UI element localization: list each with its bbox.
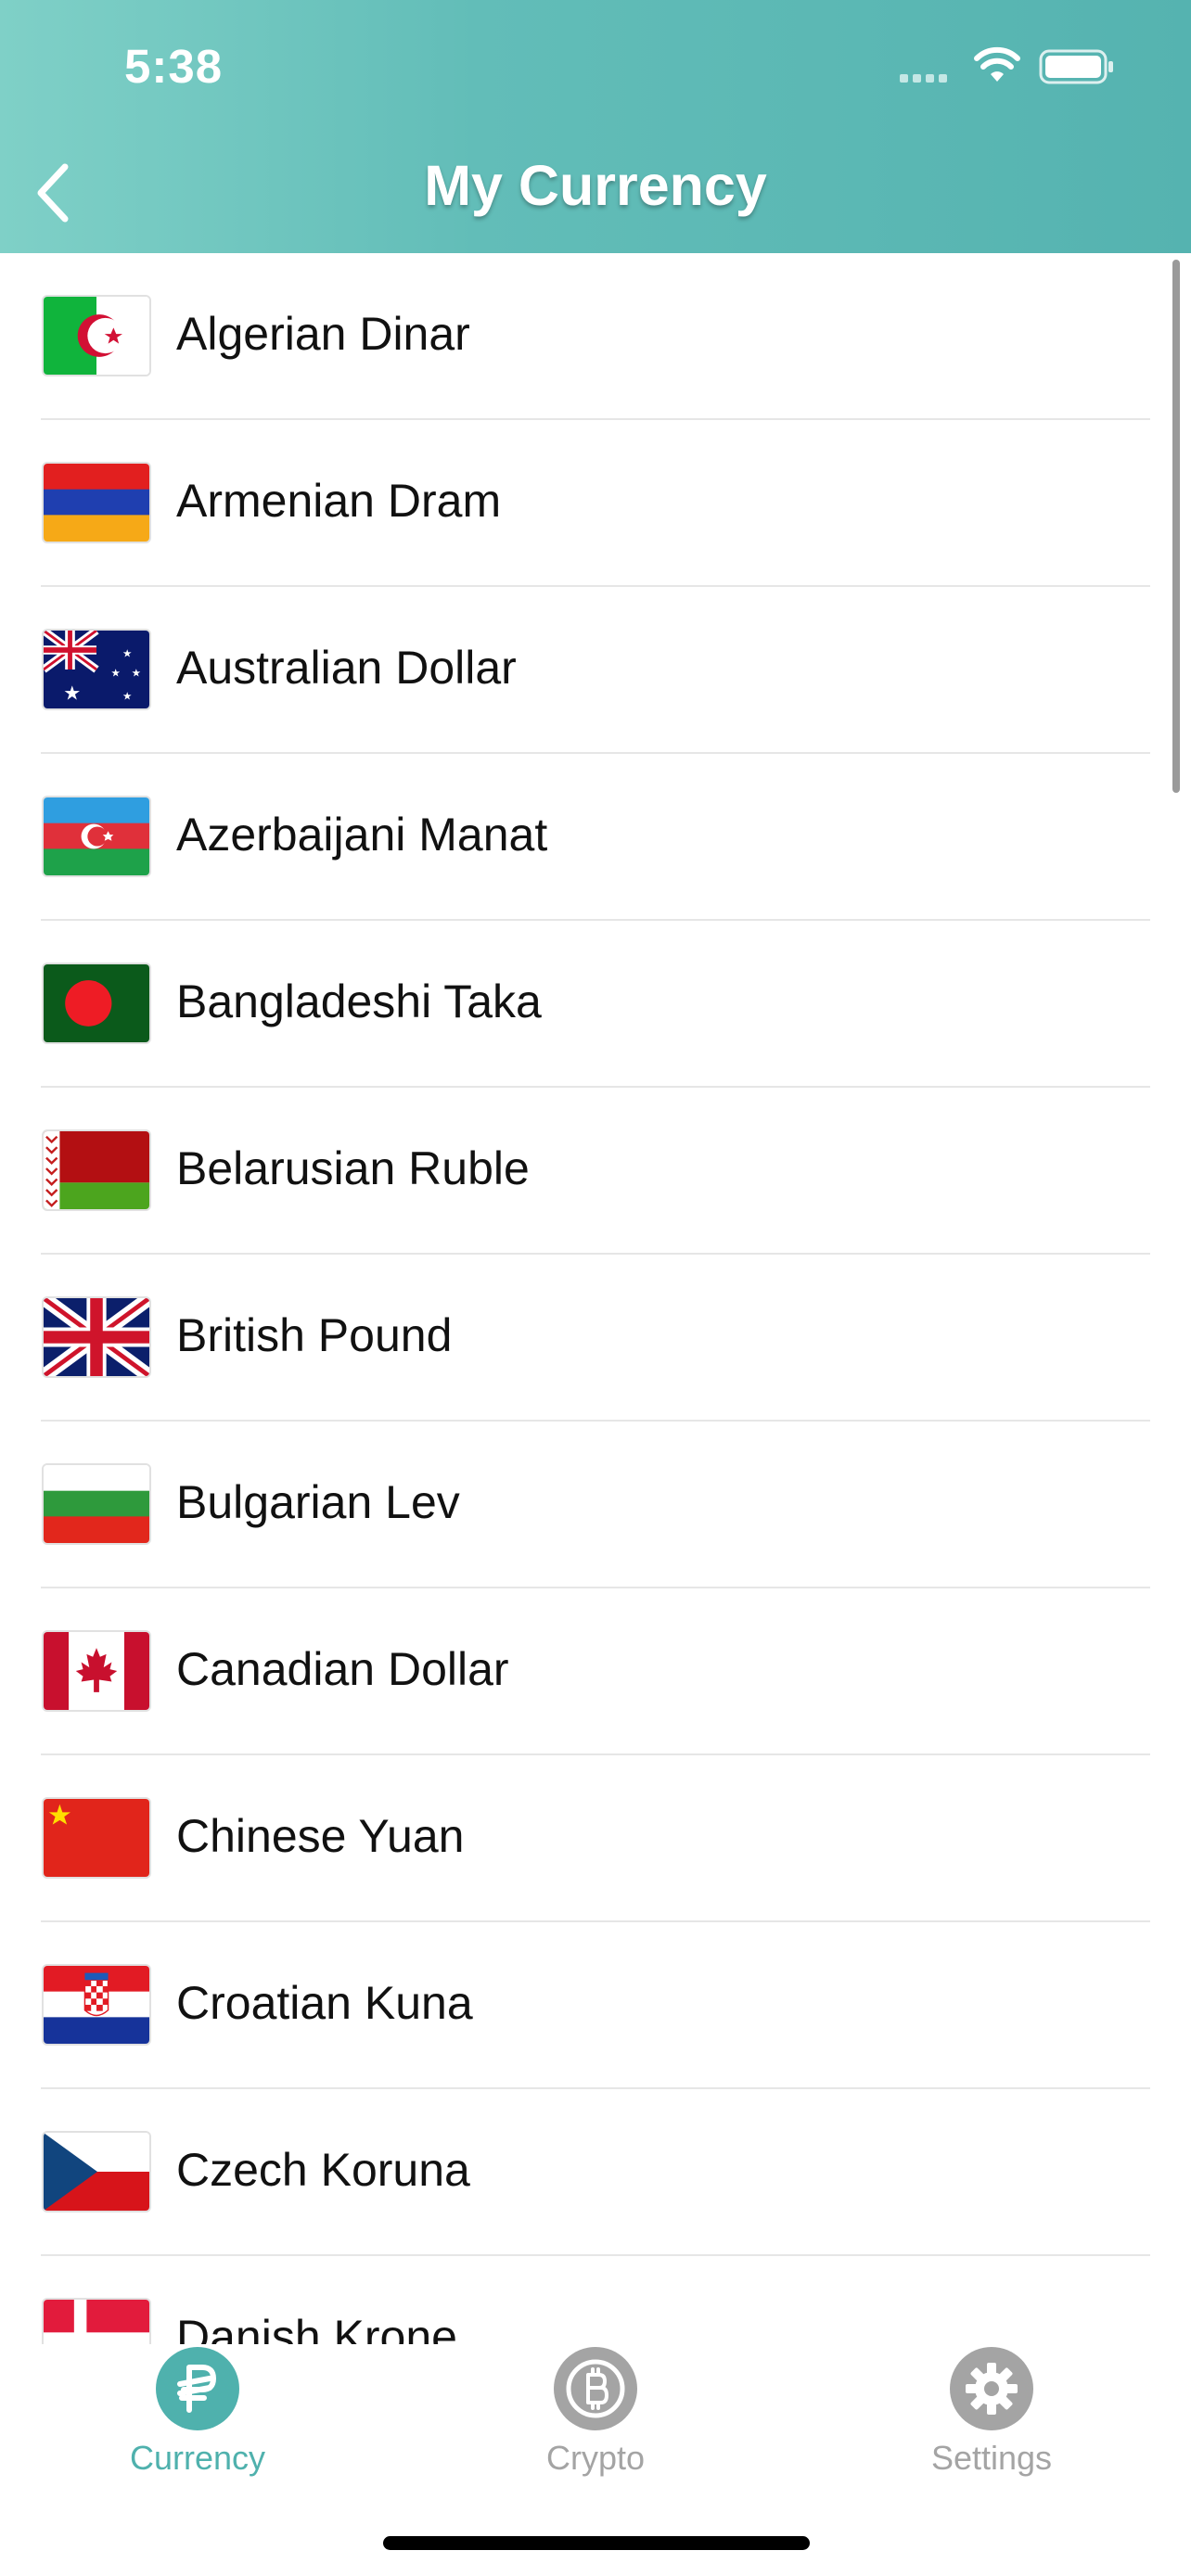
bulgaria-flag-icon: [42, 1463, 151, 1545]
nav-header: 5:38 My Currency: [0, 0, 1191, 253]
list-item[interactable]: Bangladeshi Taka: [0, 921, 1191, 1088]
currency-name: Canadian Dollar: [176, 1643, 509, 1695]
list-item[interactable]: Czech Koruna: [0, 2089, 1191, 2256]
currency-name: British Pound: [176, 1309, 453, 1361]
cellular-signal-icon: [900, 70, 955, 88]
belarus-flag-icon: [42, 1129, 151, 1211]
tab-currency[interactable]: Currency: [58, 2344, 337, 2493]
svg-text:★: ★: [122, 647, 132, 660]
tab-label: Currency: [129, 2439, 266, 2477]
tab-crypto[interactable]: Crypto: [456, 2344, 735, 2493]
currency-name: Belarusian Ruble: [176, 1142, 530, 1194]
list-item[interactable]: Canadian Dollar: [0, 1588, 1191, 1755]
list-item[interactable]: Croatian Kuna: [0, 1922, 1191, 2089]
list-item[interactable]: Azerbaijani Manat: [0, 754, 1191, 921]
currency-name: Algerian Dinar: [176, 308, 470, 360]
status-time: 5:38: [124, 40, 224, 93]
bitcoin-icon: [554, 2347, 637, 2430]
list-item[interactable]: British Pound: [0, 1255, 1191, 1422]
currency-name: Czech Koruna: [176, 2144, 470, 2196]
wifi-icon: [974, 46, 1020, 88]
currency-list[interactable]: Algerian Dinar Armenian Dram ★ ★ ★ ★ ★ A…: [0, 253, 1191, 2344]
list-item[interactable]: Algerian Dinar: [0, 253, 1191, 420]
list-item[interactable]: Bulgarian Lev: [0, 1422, 1191, 1588]
china-flag-icon: [42, 1797, 151, 1879]
czech-flag-icon: [42, 2131, 151, 2213]
home-indicator: [383, 2536, 810, 2550]
denmark-flag-icon: [42, 2298, 151, 2344]
tab-label: Crypto: [545, 2439, 646, 2477]
scrollbar[interactable]: [1172, 260, 1180, 793]
list-item[interactable]: ★ ★ ★ ★ ★ Australian Dollar: [0, 587, 1191, 754]
currency-name: Armenian Dram: [176, 475, 502, 527]
uk-flag-icon: [42, 1296, 151, 1378]
tab-settings[interactable]: Settings: [852, 2344, 1131, 2493]
currency-name: Bangladeshi Taka: [176, 976, 542, 1027]
currency-name: Croatian Kuna: [176, 1977, 473, 2029]
svg-text:★: ★: [110, 667, 120, 680]
list-item[interactable]: Danish Krone: [0, 2256, 1191, 2344]
currency-name: Danish Krone: [176, 2311, 457, 2344]
australia-flag-icon: ★ ★ ★ ★ ★: [42, 629, 151, 710]
croatia-flag-icon: [42, 1964, 151, 2046]
page-title: My Currency: [424, 154, 767, 217]
algeria-flag-icon: [42, 295, 151, 376]
gear-icon: [950, 2347, 1033, 2430]
svg-text:★: ★: [132, 667, 141, 680]
battery-icon: [1039, 48, 1115, 90]
svg-text:★: ★: [122, 690, 132, 703]
azerbaijan-flag-icon: [42, 796, 151, 877]
list-item[interactable]: Belarusian Ruble: [0, 1088, 1191, 1255]
bangladesh-flag-icon: [42, 963, 151, 1044]
currency-name: Bulgarian Lev: [176, 1476, 460, 1528]
tab-label: Settings: [930, 2439, 1053, 2477]
currency-name: Chinese Yuan: [176, 1810, 465, 1862]
currency-name: Australian Dollar: [176, 642, 517, 694]
list-item[interactable]: Chinese Yuan: [0, 1755, 1191, 1922]
armenia-flag-icon: [42, 462, 151, 543]
currency-icon: [156, 2347, 239, 2430]
currency-name: Azerbaijani Manat: [176, 809, 548, 861]
canada-flag-icon: [42, 1630, 151, 1712]
list-item[interactable]: Armenian Dram: [0, 420, 1191, 587]
svg-text:★: ★: [63, 682, 81, 705]
